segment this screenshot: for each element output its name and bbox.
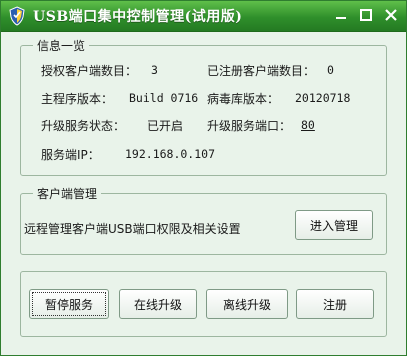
register-button[interactable]: 注册 xyxy=(296,289,374,319)
registered-clients-value: 0 xyxy=(327,63,334,77)
main-window: USB端口集中控制管理(试用版) 信息一览 授权客户端数目： 3 已注册客户端数… xyxy=(0,0,407,356)
info-group-title: 信息一览 xyxy=(33,37,90,54)
offline-upgrade-button[interactable]: 离线升级 xyxy=(206,289,288,319)
online-upgrade-button[interactable]: 在线升级 xyxy=(119,289,197,319)
client-description: 远程管理客户端USB端口权限及相关设置 xyxy=(24,222,241,236)
virus-db-version-label: 病毒库版本： xyxy=(207,92,280,106)
virus-db-version-value: 20120718 xyxy=(295,91,351,105)
upgrade-status-value: 已开启 xyxy=(147,119,184,133)
server-ip-label: 服务端IP： xyxy=(41,148,100,162)
upgrade-port-label: 升级服务端口： xyxy=(207,119,292,133)
licensed-clients-value: 3 xyxy=(151,63,158,77)
close-icon[interactable] xyxy=(381,5,401,25)
server-ip-value: 192.168.0.107 xyxy=(125,147,216,161)
upgrade-port-link[interactable]: 80 xyxy=(301,118,315,132)
info-group: 信息一览 授权客户端数目： 3 已注册客户端数目： 0 主程序版本： Build… xyxy=(20,37,387,176)
maximize-icon[interactable] xyxy=(356,5,376,25)
main-version-value: Build 0716 xyxy=(129,91,199,105)
licensed-clients-label: 授权客户端数目： xyxy=(41,64,138,78)
client-group-title: 客户端管理 xyxy=(33,185,102,202)
minimize-icon[interactable] xyxy=(331,5,351,25)
enter-management-button[interactable]: 进入管理 xyxy=(295,210,373,240)
upgrade-status-label: 升级服务状态： xyxy=(41,119,126,133)
shield-icon xyxy=(8,6,26,26)
window-title: USB端口集中控制管理(试用版) xyxy=(33,9,243,25)
pause-service-button[interactable]: 暂停服务 xyxy=(29,289,109,319)
title-bar[interactable]: USB端口集中控制管理(试用版) xyxy=(1,1,406,32)
main-version-label: 主程序版本： xyxy=(41,92,114,106)
registered-clients-label: 已注册客户端数目： xyxy=(207,64,316,78)
client-group: 客户端管理 远程管理客户端USB端口权限及相关设置 进入管理 xyxy=(20,185,387,255)
actions-group: 暂停服务 在线升级 离线升级 注册 xyxy=(20,271,387,337)
